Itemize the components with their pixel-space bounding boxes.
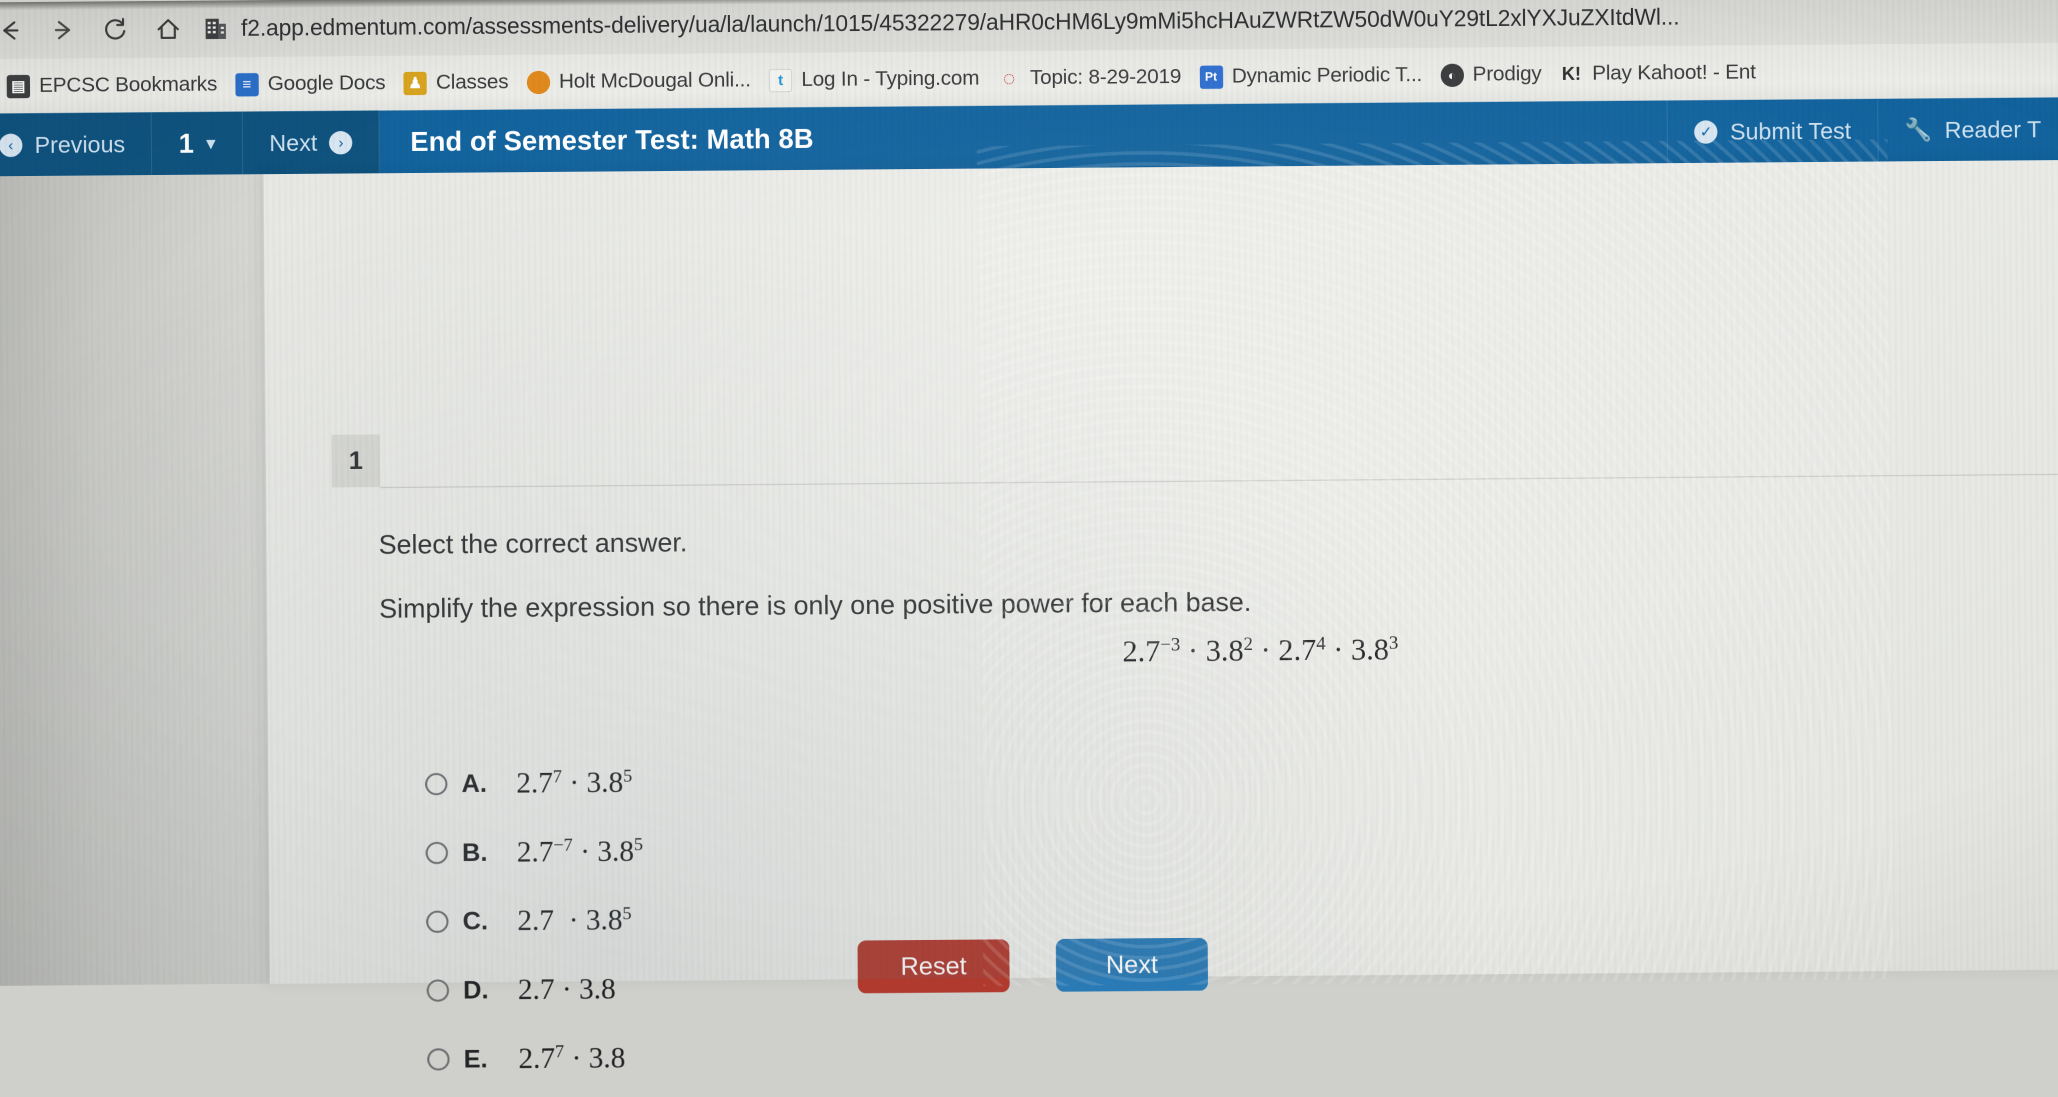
bookmark-label: EPCSC Bookmarks xyxy=(39,72,218,98)
check-circle-icon: ✓ xyxy=(1694,119,1718,144)
option-letter: C. xyxy=(462,906,489,936)
site-favicon-icon xyxy=(205,18,226,40)
option-math: 2.7 · 3.85 xyxy=(517,902,632,937)
radio-button[interactable] xyxy=(425,772,448,796)
address-bar[interactable]: f2.app.edmentum.com/assessments-delivery… xyxy=(205,1,2058,42)
answer-option-a[interactable]: A. 2.77 · 3.85 xyxy=(425,748,643,819)
radio-button[interactable] xyxy=(425,841,449,865)
holt-mcdougal-icon xyxy=(526,70,550,94)
bookmark-holt-mcdougal[interactable]: Holt McDougal Onli... xyxy=(522,68,765,94)
bookmark-epcsc-bookmarks[interactable]: ▤ EPCSC Bookmarks xyxy=(3,72,232,98)
submit-test-button[interactable]: ✓ Submit Test xyxy=(1666,98,1878,164)
option-letter: E. xyxy=(463,1044,488,1073)
bookmark-label: Holt McDougal Onli... xyxy=(558,68,751,93)
expr-term-3: 2.74 xyxy=(1278,633,1326,668)
bookmark-label: Google Docs xyxy=(267,71,386,96)
bookmark-classes[interactable]: ♟ Classes xyxy=(399,70,522,95)
expr-sep: · xyxy=(1260,633,1271,668)
reset-button[interactable]: Reset xyxy=(857,939,1010,994)
google-classroom-icon: ♟ xyxy=(403,71,427,95)
answer-option-e[interactable]: E. 2.77 · 3.8 xyxy=(427,1023,645,1094)
expr-term-4: 3.83 xyxy=(1350,632,1399,667)
option-letter: B. xyxy=(461,837,488,867)
wrench-icon: 🔧 xyxy=(1904,116,1933,143)
radio-button[interactable] xyxy=(427,1048,450,1071)
expr-sep: · xyxy=(1187,634,1199,668)
bookmark-google-docs[interactable]: ≡ Google Docs xyxy=(231,71,399,97)
option-math: 2.77 · 3.85 xyxy=(516,764,633,800)
bookmark-label: Prodigy xyxy=(1472,61,1542,86)
question-page: 1 Select the correct answer. Simplify th… xyxy=(0,160,2058,1074)
bookmark-topic[interactable]: ◌ Topic: 8-29-2019 xyxy=(993,65,1195,91)
folder-building-icon: ▤ xyxy=(6,74,31,98)
question-number-badge: 1 xyxy=(331,434,381,488)
instruction-text: Select the correct answer. xyxy=(378,527,688,560)
option-math: 2.77 · 3.8 xyxy=(518,1040,626,1075)
kahoot-icon: K! xyxy=(1561,63,1582,85)
bookmark-prodigy[interactable]: ◐ Prodigy xyxy=(1436,62,1556,87)
prodigy-icon: ◐ xyxy=(1440,63,1464,87)
chevron-down-icon: ▾ xyxy=(205,132,216,154)
radio-button[interactable] xyxy=(426,910,449,933)
question-number: 1 xyxy=(178,127,195,159)
next-button-footer[interactable]: Next xyxy=(1055,937,1209,992)
topic-icon: ◌ xyxy=(1002,66,1016,90)
back-icon[interactable] xyxy=(0,2,37,59)
submit-test-label: Submit Test xyxy=(1729,116,1852,144)
reader-tools-button[interactable]: 🔧 Reader T xyxy=(1877,97,2058,162)
previous-button[interactable]: ‹ Previous xyxy=(0,112,153,177)
next-button[interactable]: Next › xyxy=(242,110,381,175)
photographed-screen: f2.app.edmentum.com/assessments-delivery… xyxy=(0,0,2058,1074)
reload-icon[interactable] xyxy=(89,1,142,58)
option-letter: A. xyxy=(461,769,487,798)
url-text: f2.app.edmentum.com/assessments-delivery… xyxy=(240,4,1680,41)
forward-icon[interactable] xyxy=(36,2,89,59)
option-math: 2.7−7 · 3.85 xyxy=(516,833,644,869)
previous-label: Previous xyxy=(34,130,126,158)
question-selector[interactable]: 1 ▾ xyxy=(152,111,244,176)
bookmark-label: Topic: 8-29-2019 xyxy=(1029,64,1182,90)
bookmark-label: Classes xyxy=(435,70,509,94)
typing-com-icon: t xyxy=(768,68,793,92)
bookmark-label: Dynamic Periodic T... xyxy=(1231,62,1423,88)
bookmark-dynamic-periodic-table[interactable]: Pt Dynamic Periodic T... xyxy=(1195,63,1436,89)
page-title: End of Semester Test: Math 8B xyxy=(410,122,814,157)
next-label: Next xyxy=(269,128,318,156)
reader-tools-label: Reader T xyxy=(1944,115,2042,143)
browser-chrome: f2.app.edmentum.com/assessments-delivery… xyxy=(0,0,2058,114)
bookmark-label: Log In - Typing.com xyxy=(801,66,980,92)
google-docs-icon: ≡ xyxy=(235,72,259,97)
toolbar-right-group: ✓ Submit Test 🔧 Reader T xyxy=(1666,97,2058,164)
answer-options: A. 2.77 · 3.85 B. 2.7−7 · 3.85 C. 2.7 · … xyxy=(425,748,645,1094)
expr-term-2: 3.82 xyxy=(1205,633,1254,668)
bookmark-label: Play Kahoot! - Ent xyxy=(1592,60,1756,85)
home-icon[interactable] xyxy=(142,1,195,58)
periodic-table-icon: Pt xyxy=(1199,64,1223,89)
bookmark-typing-com[interactable]: t Log In - Typing.com xyxy=(765,66,994,92)
expr-term-1: 2.7−3 xyxy=(1122,634,1181,669)
expr-sep: · xyxy=(1333,633,1344,667)
arrow-right-circle-icon: › xyxy=(329,130,353,154)
math-expression: 2.7−3 · 3.82 · 2.74 · 3.83 xyxy=(1122,632,1399,670)
page-left-margin xyxy=(0,174,270,986)
bookmark-kahoot[interactable]: K! Play Kahoot! - Ent xyxy=(1556,60,1770,86)
answer-option-b[interactable]: B. 2.7−7 · 3.85 xyxy=(425,817,643,888)
arrow-left-circle-icon: ‹ xyxy=(0,133,23,157)
